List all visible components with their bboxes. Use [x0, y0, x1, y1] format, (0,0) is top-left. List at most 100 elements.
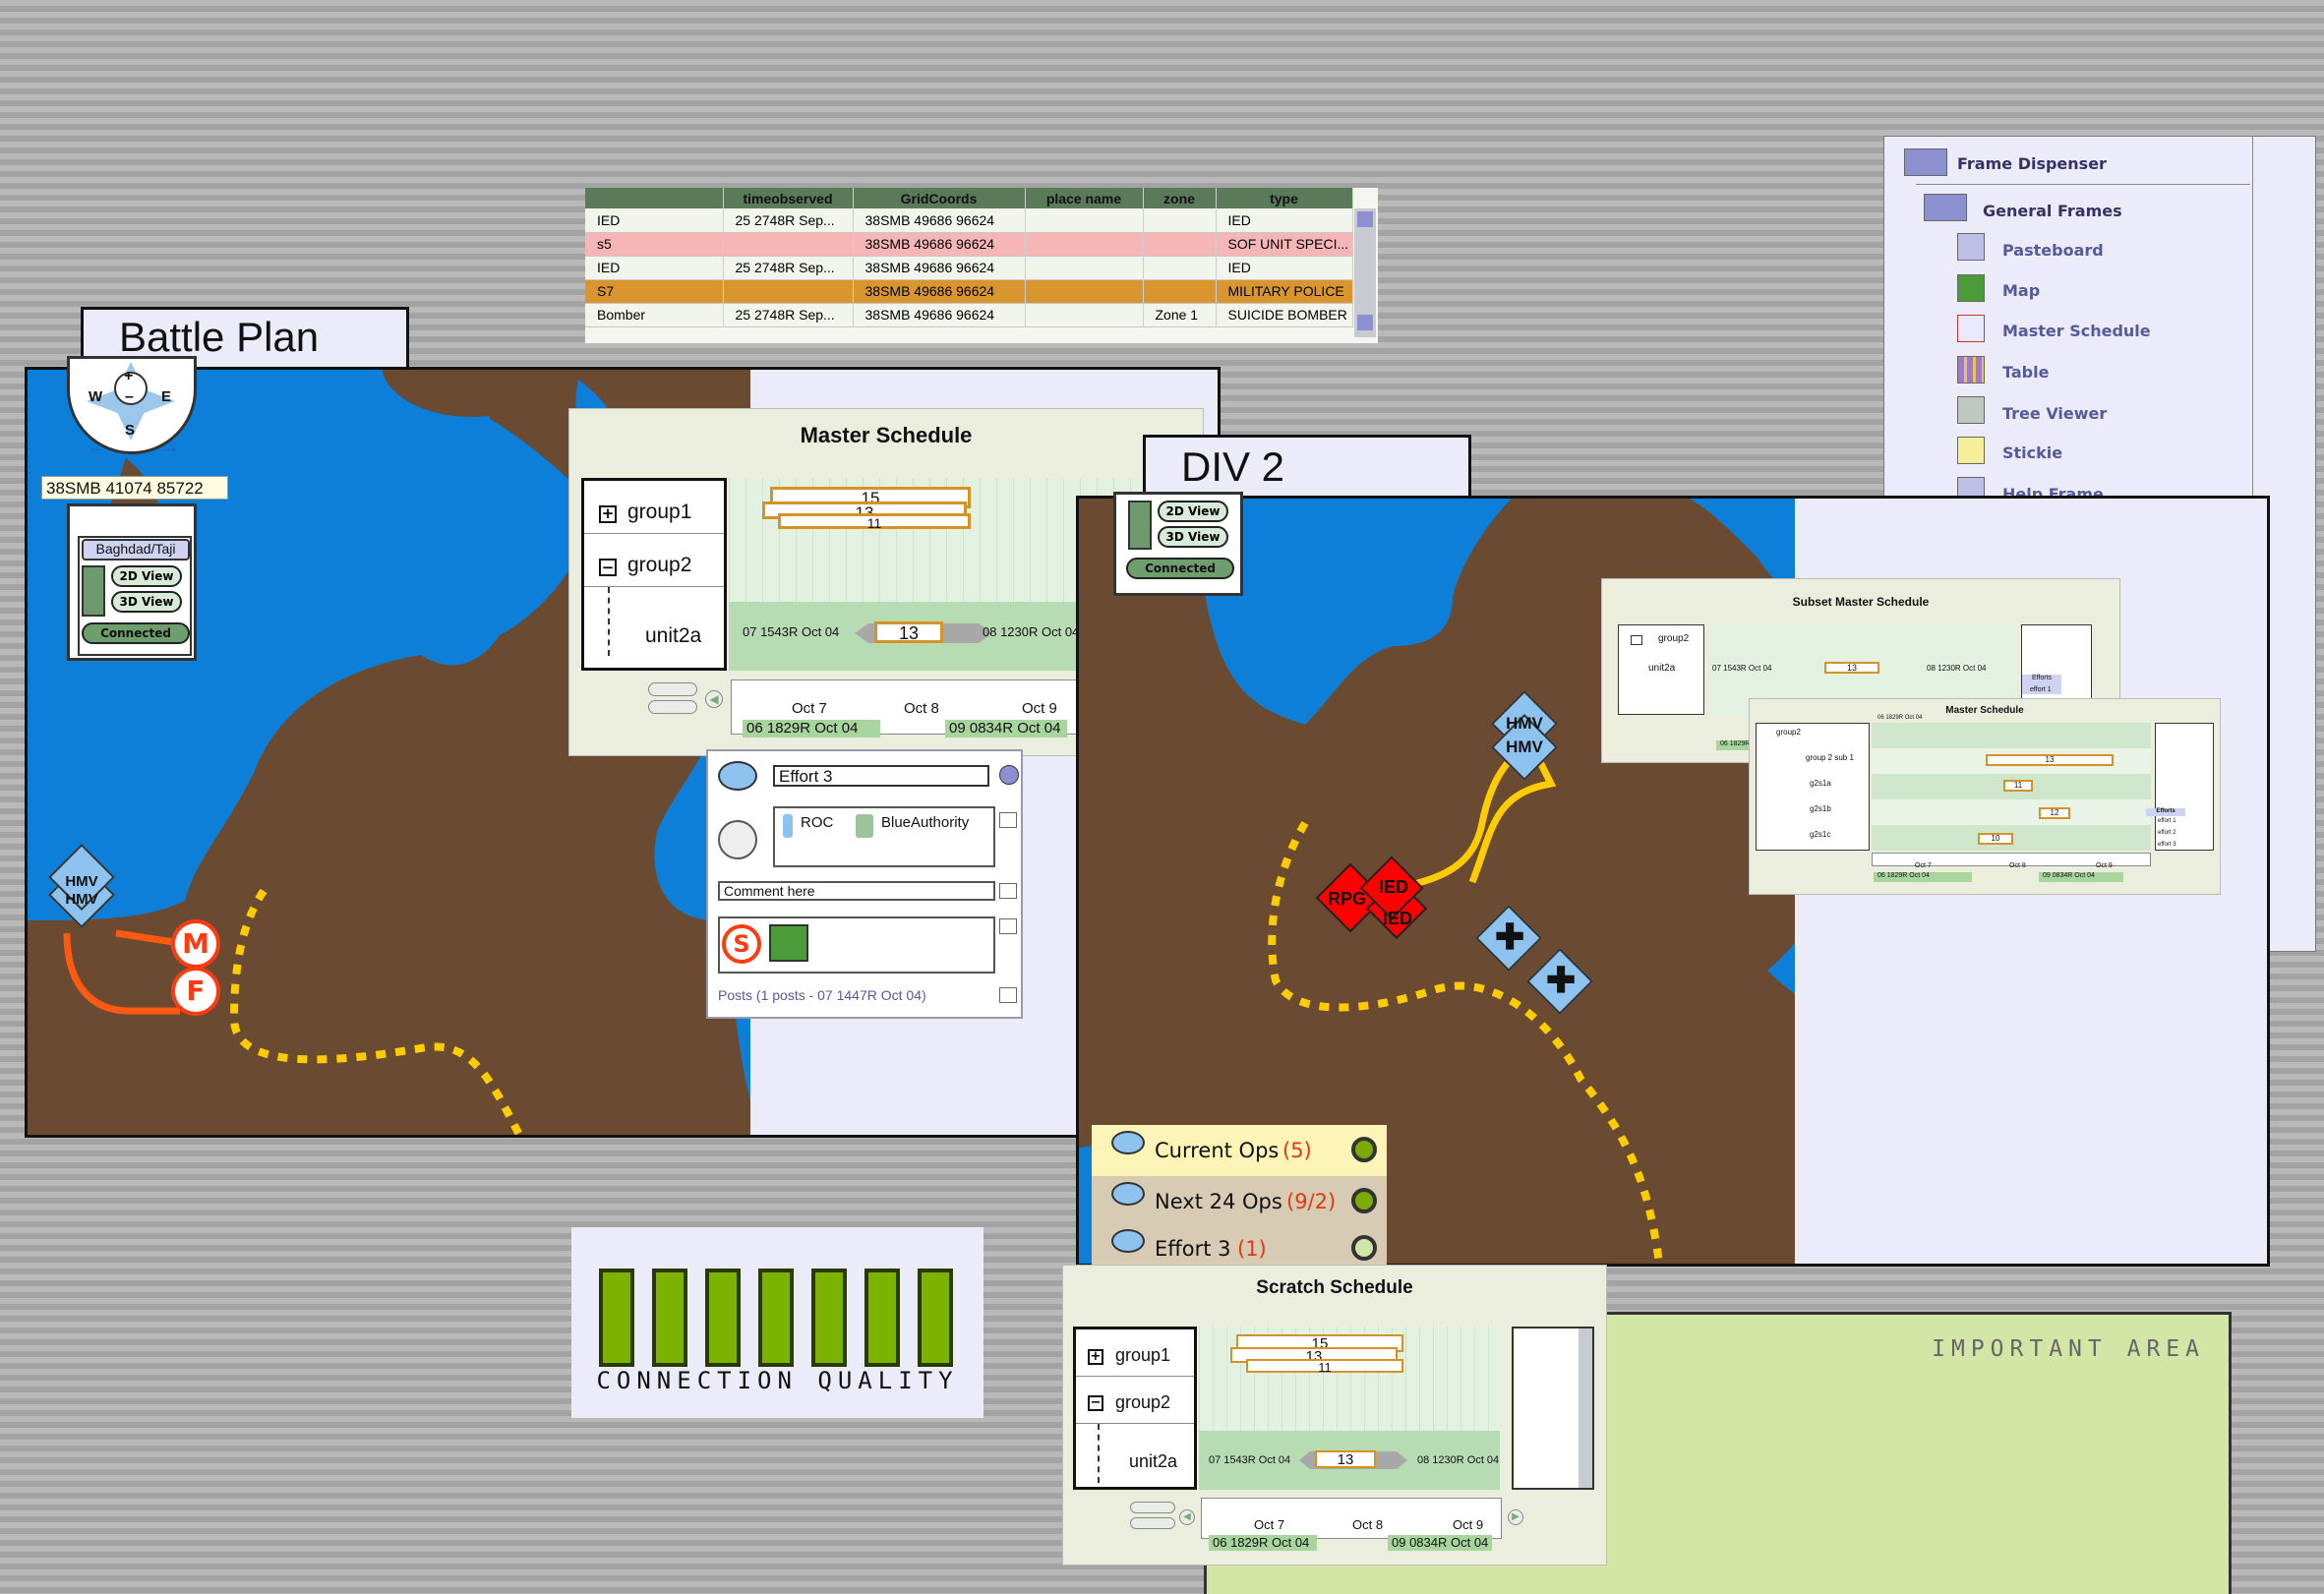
tree-unit2a[interactable]: unit2a [645, 624, 701, 648]
frame-item-tree-viewer[interactable]: Tree Viewer [2002, 404, 2107, 423]
pan-east-button[interactable]: E [161, 388, 171, 405]
table-row[interactable]: IED 25 2748R Sep... 38SMB 49686 96624 IE… [585, 208, 1353, 233]
2d-view-button[interactable]: 2D View [1158, 501, 1228, 522]
frame-item-master-schedule[interactable]: Master Schedule [2002, 322, 2151, 340]
pan-south-button[interactable]: S [125, 422, 135, 439]
frame-item-stickie[interactable]: Stickie [2002, 443, 2062, 462]
zoom-out-control[interactable] [1130, 1517, 1175, 1529]
tree-item[interactable]: group 2 sub 1 [1806, 753, 1854, 762]
frame-item-table[interactable]: Table [2002, 363, 2049, 382]
scroll-left-icon[interactable]: ◀ [705, 690, 723, 708]
menu-icon[interactable] [999, 987, 1017, 1003]
rotate-left-icon[interactable]: ← [87, 437, 104, 457]
expand-icon[interactable]: + [599, 505, 617, 523]
inner-bar-13[interactable]: 13 [1986, 754, 2114, 766]
div2-title-tab[interactable]: DIV 2 [1143, 435, 1471, 496]
tree-item[interactable]: group2 [1776, 728, 1801, 737]
menu-icon[interactable] [999, 918, 1017, 934]
inner-master-schedule[interactable]: Master Schedule 06 1829R Oct 04 group2 g… [1749, 698, 2221, 895]
inner-bar-12[interactable]: 12 [2039, 807, 2070, 819]
column-header[interactable]: GridCoords [853, 188, 1026, 208]
edit-icon[interactable] [718, 820, 757, 859]
effort-item[interactable]: effort 1 [2158, 818, 2176, 824]
column-header[interactable]: type [1216, 188, 1353, 208]
menu-icon[interactable] [999, 812, 1017, 828]
table-row[interactable]: IED 25 2748R Sep... 38SMB 49686 96624 IE… [585, 256, 1353, 280]
zoom-out-button[interactable]: – [125, 388, 134, 406]
table-cell: IED [585, 256, 724, 280]
scroll-up-icon[interactable] [1357, 211, 1373, 227]
threat-cluster[interactable]: RPG IED IED [1315, 856, 1444, 948]
master-schedule-icon [1957, 315, 1985, 342]
collapse-icon[interactable]: − [599, 559, 617, 576]
sof-symbol-icon[interactable]: S [722, 924, 761, 964]
effort-item[interactable]: effort 1 [2030, 686, 2052, 693]
marker-m[interactable]: M [171, 919, 220, 969]
tree-item[interactable]: g2s1b [1810, 804, 1831, 813]
3d-view-button[interactable]: 3D View [1158, 526, 1228, 548]
rotate-right-icon[interactable]: → [161, 437, 179, 457]
3d-view-button[interactable]: 3D View [111, 591, 182, 613]
tree-item[interactable]: g2s1c [1810, 830, 1830, 839]
compass-widget[interactable]: + – W E S ← → [67, 356, 197, 462]
column-header[interactable]: place name [1025, 188, 1144, 208]
zoom-in-button[interactable]: + [124, 368, 133, 385]
group-icon [856, 814, 873, 838]
schedule-bar-11[interactable]: 11 [778, 513, 971, 530]
selected-range-bar[interactable]: 13 [1315, 1450, 1376, 1468]
marker-f[interactable]: F [171, 967, 220, 1016]
expand-icon[interactable]: + [1088, 1349, 1103, 1365]
comment-field[interactable]: Comment here [718, 881, 995, 901]
tree-unit2a[interactable]: unit2a [1648, 663, 1675, 674]
tree-viewer-icon [1957, 396, 1985, 424]
table-scrollbar[interactable] [1354, 208, 1376, 337]
scratch-bar-11[interactable]: 11 [1246, 1359, 1403, 1374]
effort-name-field[interactable]: Effort 3 [773, 765, 989, 787]
tree-group2[interactable]: group2 [1658, 633, 1689, 644]
scroll-right-icon[interactable]: ▶ [1508, 1509, 1523, 1525]
ops-effort3[interactable]: Effort 3 (1) [1092, 1227, 1387, 1265]
posts-summary[interactable]: Posts (1 posts - 07 1447R Oct 04) [718, 987, 926, 1003]
tree-item[interactable]: g2s1a [1810, 779, 1831, 788]
dropdown-icon[interactable] [999, 765, 1019, 785]
selected-range-bar[interactable]: 13 [874, 621, 943, 643]
inner-bar-10[interactable]: 10 [1978, 833, 2013, 845]
column-header[interactable]: zone [1143, 188, 1217, 208]
pan-west-button[interactable]: W [89, 388, 102, 405]
collapse-icon[interactable]: − [1088, 1395, 1103, 1411]
frame-item-map[interactable]: Map [2002, 281, 2040, 300]
table-row[interactable]: S7 38SMB 49686 96624 MILITARY POLICE [585, 279, 1353, 304]
hmv-unit-stack[interactable]: HMV HMV [1491, 690, 1560, 781]
column-header[interactable] [585, 188, 724, 208]
zoom-in-control[interactable] [648, 682, 697, 696]
scratch-schedule-frame[interactable]: Scratch Schedule group1 + group2 − unit2… [1062, 1265, 1607, 1565]
ops-next24[interactable]: Next 24 Ops (9/2) [1092, 1176, 1387, 1227]
hmv-unit-stack[interactable]: HMV HMV [48, 844, 115, 928]
ied-label: IED [1383, 909, 1413, 928]
column-header[interactable]: timeobserved [723, 188, 854, 208]
status-dot [1351, 1188, 1377, 1213]
connected-button[interactable]: Connected [1126, 558, 1234, 579]
zoom-out-control[interactable] [648, 700, 697, 714]
2d-view-button[interactable]: 2D View [111, 565, 182, 587]
location-label[interactable]: Baghdad/Taji [82, 539, 190, 561]
scroll-left-icon[interactable]: ◀ [1179, 1509, 1195, 1525]
menu-icon[interactable] [999, 883, 1017, 899]
effort-item[interactable]: effort 2 [2158, 830, 2176, 836]
tree-unit2a[interactable]: unit2a [1129, 1451, 1177, 1472]
scratch-scrollbar[interactable] [1579, 1328, 1592, 1488]
connected-button[interactable]: Connected [82, 622, 190, 644]
frame-item-pasteboard[interactable]: Pasteboard [2002, 241, 2104, 260]
ops-icon [1111, 1131, 1145, 1154]
subset-bar[interactable]: 13 [1824, 662, 1879, 674]
inner-bar-11[interactable]: 11 [2003, 780, 2033, 792]
effort-item[interactable]: effort 3 [2158, 842, 2176, 848]
table-row[interactable]: s5 38SMB 49686 96624 SOF UNIT SPECI... [585, 232, 1353, 257]
zoom-in-control[interactable] [1130, 1502, 1175, 1513]
scroll-down-icon[interactable] [1357, 315, 1373, 330]
section-general-frames[interactable]: General Frames [1983, 202, 2122, 220]
table-row[interactable]: Bomber 25 2748R Sep... 38SMB 49686 96624… [585, 303, 1353, 327]
ops-current[interactable]: Current Ops (5) [1092, 1125, 1387, 1176]
map-thumbnail-icon[interactable] [769, 924, 808, 962]
roc-label: ROC [801, 814, 834, 831]
